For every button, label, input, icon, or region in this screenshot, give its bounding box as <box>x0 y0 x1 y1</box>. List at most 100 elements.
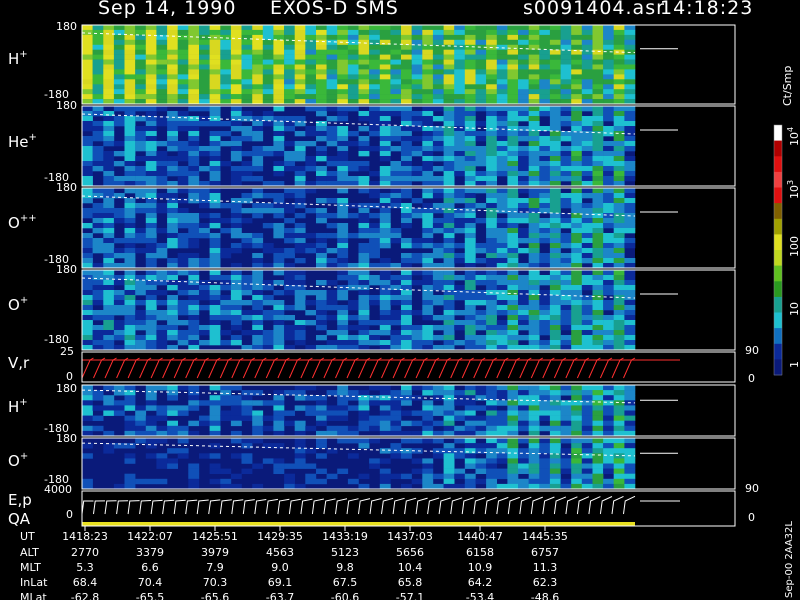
heatmap-cell <box>549 49 561 55</box>
heatmap-cell <box>464 218 476 224</box>
heatmap-cell <box>284 94 295 100</box>
heatmap-cell <box>539 258 551 264</box>
heatmap-cell <box>486 483 497 490</box>
heatmap-cell <box>411 34 423 41</box>
heatmap-cell <box>209 121 221 127</box>
heatmap-cell <box>613 94 625 100</box>
heatmap-cell <box>124 420 136 427</box>
heatmap-cell <box>560 44 572 50</box>
heatmap-cell <box>82 295 93 301</box>
heatmap-cell <box>135 325 147 331</box>
heatmap-cell <box>464 111 476 117</box>
heatmap-cell <box>188 290 200 296</box>
heatmap-cell <box>305 385 317 391</box>
heatmap-cell <box>507 300 519 306</box>
heatmap-cell <box>379 193 391 199</box>
heatmap-cell <box>539 468 551 474</box>
heatmap-cell <box>411 25 423 31</box>
heatmap-cell <box>507 243 519 249</box>
heatmap-cell <box>571 198 583 204</box>
heatmap-cell <box>145 151 157 157</box>
heatmap-cell <box>135 233 147 239</box>
heatmap-cell <box>528 64 540 70</box>
heatmap-cell <box>326 248 338 254</box>
colorbar-segment <box>774 171 782 188</box>
footer-cell: 64.2 <box>467 576 493 589</box>
heatmap-cell <box>464 188 476 194</box>
heatmap-cell <box>103 430 115 437</box>
heatmap-cell <box>592 280 604 286</box>
heatmap-cell <box>103 188 115 194</box>
footer-cell: 1433:19 <box>322 530 368 543</box>
heatmap-cell <box>592 305 604 311</box>
heatmap-cell <box>518 425 529 432</box>
heatmap-cell <box>507 415 519 421</box>
heatmap-cell <box>401 420 412 427</box>
heatmap-cell <box>369 59 380 65</box>
heatmap-cell <box>401 136 412 142</box>
heatmap-cell <box>124 238 136 244</box>
heatmap-cell <box>369 295 380 301</box>
heatmap-cell <box>486 29 497 36</box>
heatmap-cell <box>209 161 221 167</box>
heatmap-cell <box>337 275 349 281</box>
heatmap-cell <box>507 390 519 396</box>
heatmap-cell <box>167 228 178 234</box>
heatmap-cell <box>581 136 593 142</box>
heatmap-cell <box>230 44 242 50</box>
heatmap-cell <box>294 213 306 219</box>
heatmap-cell <box>486 106 497 112</box>
heatmap-cell <box>124 218 136 224</box>
heatmap-cell <box>390 340 402 346</box>
heatmap-cell <box>571 111 583 117</box>
heatmap-cell <box>188 233 200 239</box>
heatmap-cell <box>92 64 104 70</box>
heatmap-cell <box>518 228 529 234</box>
heatmap-cell <box>316 171 327 177</box>
heatmap-cell <box>252 340 264 346</box>
heatmap-cell <box>486 295 497 301</box>
heatmap-cell <box>167 131 178 137</box>
heatmap-cell <box>401 111 412 117</box>
heatmap-cell <box>592 121 604 127</box>
heatmap-cell <box>486 171 497 177</box>
heatmap-cell <box>390 69 402 75</box>
heatmap-cell <box>82 208 93 214</box>
heatmap-cell <box>113 295 125 301</box>
heatmap-cell <box>294 420 306 427</box>
heatmap-cell <box>571 208 583 214</box>
heatmap-cell <box>592 453 604 459</box>
heatmap-cell <box>528 315 540 321</box>
heatmap-cell <box>230 74 242 80</box>
heatmap-cell <box>571 395 583 401</box>
heatmap-cell <box>432 176 444 182</box>
heatmap-cell <box>443 171 455 177</box>
heatmap-cell <box>432 136 444 142</box>
heatmap-cell <box>411 238 423 244</box>
heatmap-cell <box>581 335 593 341</box>
heatmap-cell <box>592 405 604 411</box>
heatmap-cell <box>613 141 625 147</box>
heatmap-cell <box>305 156 317 162</box>
heatmap-cell <box>145 44 157 50</box>
heatmap-cell <box>422 49 434 55</box>
heatmap-cell <box>496 111 508 117</box>
heatmap-cell <box>113 248 125 254</box>
heatmap-cell <box>209 310 221 316</box>
heatmap-cell <box>347 74 359 80</box>
heatmap-cell <box>454 340 466 346</box>
heatmap-cell <box>82 171 93 177</box>
heatmap-cell <box>432 483 444 490</box>
heatmap-cell <box>411 111 423 117</box>
colorbar-label: 103 <box>786 179 800 199</box>
footer-cell: 1429:35 <box>257 530 303 543</box>
heatmap-cell <box>507 171 519 177</box>
heatmap-cell <box>475 443 487 449</box>
heatmap-cell <box>177 330 189 336</box>
heatmap-cell <box>273 54 285 60</box>
heatmap-cell <box>156 94 168 100</box>
heatmap-cell <box>581 121 593 127</box>
heatmap-cell <box>82 400 93 406</box>
heatmap-cell <box>401 438 412 444</box>
heatmap-cell <box>358 420 370 427</box>
